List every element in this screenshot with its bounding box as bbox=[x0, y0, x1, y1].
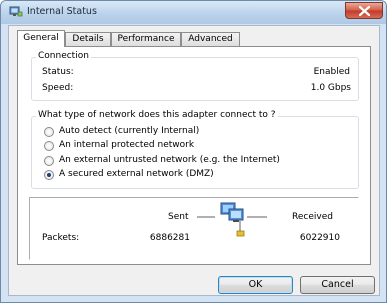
radio-button[interactable] bbox=[44, 141, 54, 151]
received-label: Received bbox=[292, 212, 333, 222]
window-title: Internal Status bbox=[27, 6, 97, 17]
radio-label[interactable]: An external untrusted network (e.g. the … bbox=[59, 155, 280, 165]
ok-button-label: OK bbox=[248, 279, 263, 290]
radio-button-selected[interactable] bbox=[44, 170, 54, 180]
packets-label: Packets: bbox=[42, 233, 80, 243]
status-value: Enabled bbox=[313, 67, 350, 77]
activity-panel bbox=[29, 197, 359, 260]
dialog-window: Internal Status General Details Performa… bbox=[0, 0, 387, 303]
speed-label: Speed: bbox=[42, 83, 74, 93]
cancel-button-label: Cancel bbox=[321, 279, 354, 290]
speed-value: 1.0 Gbps bbox=[310, 83, 351, 93]
tab-details[interactable]: Details bbox=[65, 32, 111, 46]
radio-button[interactable] bbox=[44, 127, 54, 137]
radio-label[interactable]: An internal protected network bbox=[59, 140, 194, 150]
tab-general[interactable]: General bbox=[17, 30, 65, 47]
tab-label: General bbox=[23, 33, 59, 43]
connection-group bbox=[31, 57, 359, 101]
tab-advanced[interactable]: Advanced bbox=[181, 32, 240, 46]
tab-label: Performance bbox=[117, 34, 175, 44]
close-button[interactable] bbox=[345, 2, 383, 19]
close-x-icon bbox=[359, 6, 370, 16]
connection-group-title: Connection bbox=[36, 51, 91, 61]
network-adapter-icon bbox=[9, 6, 23, 18]
title-bar[interactable]: Internal Status bbox=[1, 1, 386, 24]
radio-label[interactable]: Auto detect (currently Internal) bbox=[59, 126, 199, 136]
packets-received-value: 6022910 bbox=[299, 233, 340, 243]
status-label: Status: bbox=[42, 67, 74, 77]
packets-sent-value: 6886281 bbox=[149, 233, 190, 243]
cancel-button[interactable]: Cancel bbox=[300, 276, 375, 294]
tab-performance[interactable]: Performance bbox=[111, 32, 181, 46]
radio-label[interactable]: A secured external network (DMZ) bbox=[59, 169, 214, 179]
network-computers-icon bbox=[197, 202, 267, 237]
ok-button[interactable]: OK bbox=[218, 276, 293, 294]
tab-label: Details bbox=[72, 34, 104, 44]
network-type-question: What type of network does this adapter c… bbox=[36, 110, 278, 120]
radio-button[interactable] bbox=[44, 156, 54, 166]
tab-label: Advanced bbox=[188, 34, 233, 44]
sent-label: Sent bbox=[168, 212, 189, 222]
